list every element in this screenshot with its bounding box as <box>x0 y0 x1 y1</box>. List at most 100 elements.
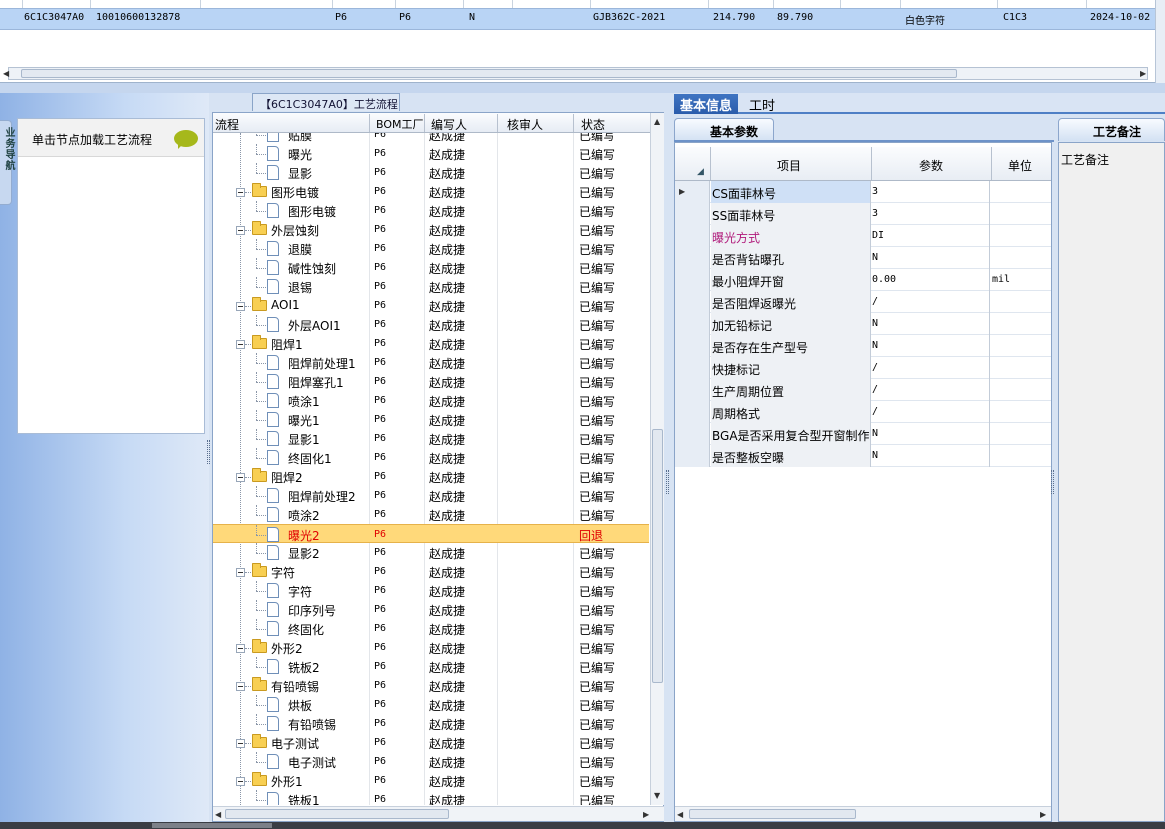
tree-group-row[interactable]: 外形1 P6 赵成捷 已编写 <box>213 771 649 790</box>
param-row[interactable]: 生产周期位置 / <box>675 379 1051 401</box>
tree-step-row[interactable]: 铣板1 P6 赵成捷 已编写 <box>213 790 649 805</box>
collapse-icon[interactable] <box>236 473 245 482</box>
collapse-icon[interactable] <box>236 188 245 197</box>
taskbar-item[interactable] <box>152 823 272 828</box>
tree-step-row[interactable]: 终固化 P6 赵成捷 已编写 <box>213 619 649 638</box>
order-cell[interactable]: C1C3 <box>1003 12 1027 23</box>
unit-cell[interactable] <box>991 423 1051 445</box>
order-cell[interactable]: 214.790 <box>713 12 755 23</box>
param-grid-hscrollbar[interactable]: ◀ ▶ <box>675 806 1051 821</box>
order-cell[interactable]: N <box>469 12 475 23</box>
horizontal-splitter[interactable] <box>0 83 1165 93</box>
header-flow[interactable]: 流程 <box>215 116 239 133</box>
tree-step-row[interactable]: 阻焊前处理2 P6 赵成捷 已编写 <box>213 486 649 505</box>
param-row[interactable]: 是否存在生产型号 N <box>675 335 1051 357</box>
unit-cell[interactable] <box>991 335 1051 357</box>
row-header[interactable] <box>675 401 710 423</box>
param-row[interactable]: 是否阻焊返曝光 / <box>675 291 1051 313</box>
tree-step-row[interactable]: 外层AOI1 P6 赵成捷 已编写 <box>213 315 649 334</box>
param-row[interactable]: SS面菲林号 3 <box>675 203 1051 225</box>
header-status[interactable]: 状态 <box>581 116 605 133</box>
unit-cell[interactable] <box>991 181 1051 203</box>
unit-cell[interactable] <box>991 379 1051 401</box>
order-cell[interactable]: GJB362C-2021 <box>593 12 665 23</box>
header-item[interactable]: 项目 <box>777 157 801 174</box>
row-header[interactable] <box>675 313 710 335</box>
collapse-icon[interactable] <box>236 739 245 748</box>
splitter-grip-middle[interactable] <box>666 470 669 494</box>
param-cell[interactable]: N <box>871 423 990 445</box>
tree-step-row[interactable]: 烘板 P6 赵成捷 已编写 <box>213 695 649 714</box>
order-grid-hscrollbar[interactable]: ◀ ▶ <box>3 67 1148 80</box>
tree-step-row[interactable]: 显影 P6 赵成捷 已编写 <box>213 163 649 182</box>
unit-cell[interactable] <box>991 225 1051 247</box>
header-param[interactable]: 参数 <box>919 157 943 174</box>
row-header[interactable] <box>675 335 710 357</box>
tree-step-row[interactable]: 曝光 P6 赵成捷 已编写 <box>213 144 649 163</box>
scroll-thumb[interactable] <box>689 809 856 819</box>
scroll-right-icon[interactable]: ▶ <box>643 810 649 819</box>
tree-group-row[interactable]: 电子测试 P6 赵成捷 已编写 <box>213 733 649 752</box>
tree-step-row[interactable]: 阻焊塞孔1 P6 赵成捷 已编写 <box>213 372 649 391</box>
param-row[interactable]: 曝光方式 DI <box>675 225 1051 247</box>
collapse-icon[interactable] <box>236 777 245 786</box>
row-header[interactable] <box>675 445 710 467</box>
order-cell[interactable]: 6C1C3047A0 <box>24 12 84 23</box>
order-grid-vscrollbar[interactable] <box>1155 0 1165 83</box>
param-cell[interactable]: N <box>871 247 990 269</box>
collapse-icon[interactable] <box>236 226 245 235</box>
param-row[interactable]: 周期格式 / <box>675 401 1051 423</box>
tree-step-row[interactable]: 终固化1 P6 赵成捷 已编写 <box>213 448 649 467</box>
collapse-icon[interactable] <box>236 340 245 349</box>
unit-cell[interactable]: mil <box>991 269 1051 291</box>
scroll-thumb[interactable] <box>225 809 449 819</box>
param-row[interactable]: 最小阻焊开窗 0.00 mil <box>675 269 1051 291</box>
unit-cell[interactable] <box>991 357 1051 379</box>
tree-step-row[interactable]: 印序列号 P6 赵成捷 已编写 <box>213 600 649 619</box>
tab-basic-info[interactable]: 基本信息 <box>674 94 739 114</box>
collapse-icon[interactable] <box>236 682 245 691</box>
tree-group-row[interactable]: 外层蚀刻 P6 赵成捷 已编写 <box>213 220 649 239</box>
remark-panel[interactable]: 工艺备注 <box>1058 142 1165 822</box>
subtab-basic-params[interactable]: 基本参数 <box>674 118 774 141</box>
splitter-grip-right[interactable] <box>1051 470 1054 494</box>
order-cell[interactable]: 2024-10-02 <box>1090 12 1150 23</box>
tree-group-row[interactable]: 图形电镀 P6 赵成捷 已编写 <box>213 182 649 201</box>
tree-step-row[interactable]: 阻焊前处理1 P6 赵成捷 已编写 <box>213 353 649 372</box>
param-cell[interactable]: 3 <box>871 203 990 225</box>
tree-step-row[interactable]: 有铅喷锡 P6 赵成捷 已编写 <box>213 714 649 733</box>
param-cell[interactable]: / <box>871 357 990 379</box>
tree-step-row[interactable]: 铣板2 P6 赵成捷 已编写 <box>213 657 649 676</box>
tree-vscrollbar[interactable]: ▲ ▼ <box>650 113 664 805</box>
param-cell[interactable]: 0.00 <box>871 269 990 291</box>
tree-step-row[interactable]: 曝光2 P6 回退 <box>213 524 649 543</box>
tree-group-row[interactable]: 阻焊1 P6 赵成捷 已编写 <box>213 334 649 353</box>
unit-cell[interactable] <box>991 203 1051 225</box>
tree-step-row[interactable]: 贴膜 P6 赵成捷 已编写 <box>213 133 649 144</box>
param-cell[interactable]: / <box>871 401 990 423</box>
unit-cell[interactable] <box>991 291 1051 313</box>
splitter-grip-left[interactable] <box>207 440 210 464</box>
header-bom[interactable]: BOM工厂 <box>376 116 424 132</box>
tree-step-row[interactable]: 喷涂1 P6 赵成捷 已编写 <box>213 391 649 410</box>
row-header[interactable] <box>675 247 710 269</box>
row-header[interactable] <box>675 357 710 379</box>
unit-cell[interactable] <box>991 445 1051 467</box>
scroll-left-icon[interactable]: ◀ <box>215 810 221 819</box>
collapse-icon[interactable] <box>236 568 245 577</box>
order-cell[interactable]: P6 <box>335 12 347 23</box>
header-writer[interactable]: 编写人 <box>431 116 467 133</box>
header-unit[interactable]: 单位 <box>1008 157 1032 174</box>
tree-group-row[interactable]: 阻焊2 P6 赵成捷 已编写 <box>213 467 649 486</box>
tab-work-hours[interactable]: 工时 <box>743 94 781 114</box>
scroll-right-icon[interactable]: ▶ <box>1040 810 1046 819</box>
hint-header[interactable]: 单击节点加载工艺流程 <box>18 119 204 157</box>
order-cell[interactable]: P6 <box>399 12 411 23</box>
collapse-icon[interactable] <box>236 644 245 653</box>
order-row-selected[interactable]: 6C1C3047A0 10010600132878 P6 P6 N GJB362C-202… <box>0 8 1155 30</box>
collapse-icon[interactable] <box>236 302 245 311</box>
param-row[interactable]: ▶ CS面菲林号 3 <box>675 181 1051 203</box>
tree-step-row[interactable]: 退膜 P6 赵成捷 已编写 <box>213 239 649 258</box>
tree-step-row[interactable]: 显影1 P6 赵成捷 已编写 <box>213 429 649 448</box>
unit-cell[interactable] <box>991 313 1051 335</box>
